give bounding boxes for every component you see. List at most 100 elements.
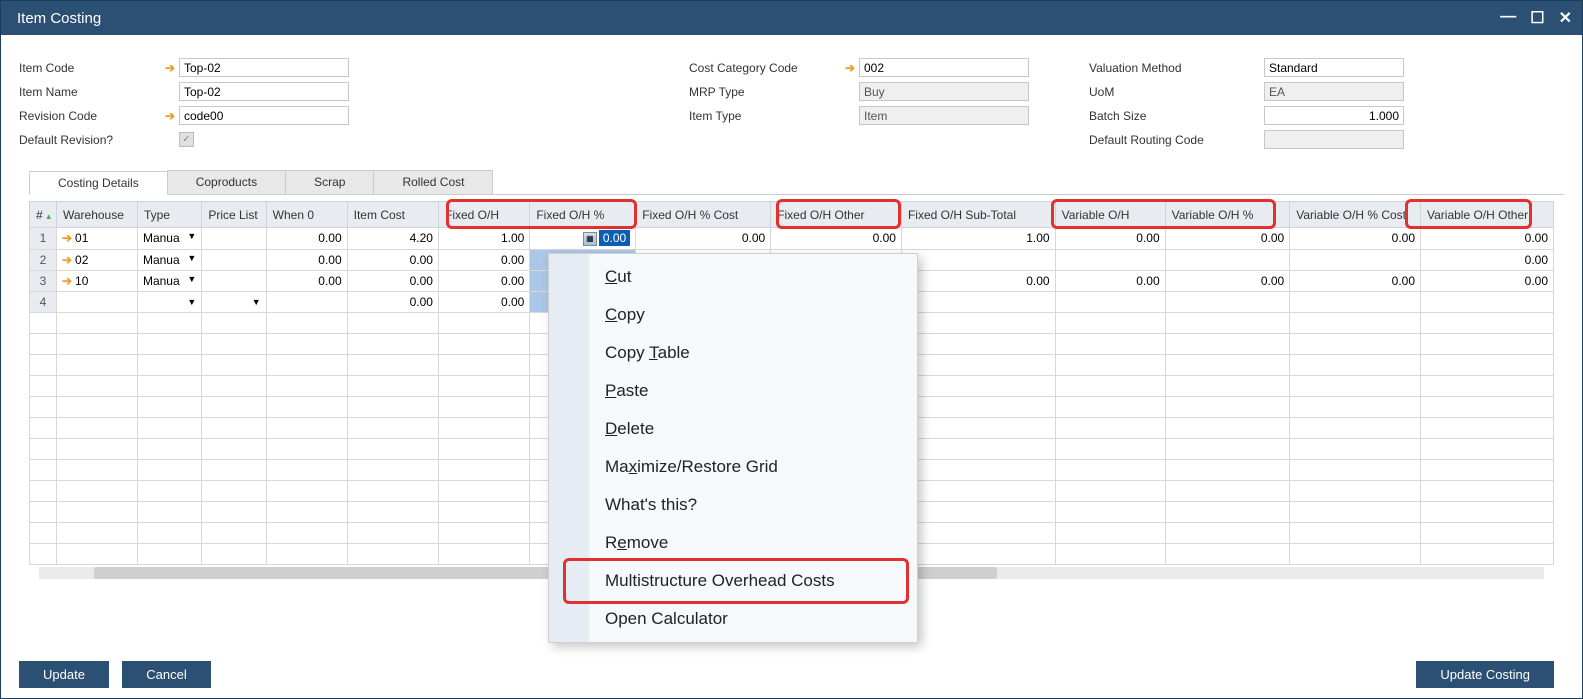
- revision-code-input[interactable]: [179, 106, 349, 125]
- context-menu-item[interactable]: What's this?: [549, 486, 917, 524]
- cell-fixed-oh[interactable]: 0.00: [438, 291, 529, 312]
- cell-type[interactable]: Manua▼: [137, 249, 201, 270]
- batch-size-label: Batch Size: [1089, 109, 1264, 123]
- col-itemcost[interactable]: Item Cost: [347, 202, 438, 228]
- col-warehouse[interactable]: Warehouse: [56, 202, 137, 228]
- cell-itemcost[interactable]: 0.00: [347, 249, 438, 270]
- cell-warehouse[interactable]: ➔02: [56, 249, 137, 270]
- tab-scrap[interactable]: Scrap: [285, 170, 374, 194]
- cell-fixed-oh-subtotal[interactable]: 0.00: [901, 270, 1055, 291]
- cell-var-oh-pct[interactable]: 0.00: [1165, 228, 1290, 250]
- context-menu-item[interactable]: Copy: [549, 296, 917, 334]
- col-fixed-oh-pct-cost[interactable]: Fixed O/H % Cost: [636, 202, 771, 228]
- cell-type[interactable]: ▼: [137, 291, 201, 312]
- cell-var-oh-other[interactable]: 0.00: [1421, 270, 1554, 291]
- col-pricelist[interactable]: Price List: [202, 202, 266, 228]
- minimize-icon[interactable]: —: [1500, 8, 1516, 28]
- cell-fixed-oh-subtotal[interactable]: [901, 291, 1055, 312]
- row-header[interactable]: 2: [30, 249, 57, 270]
- batch-size-input[interactable]: [1264, 106, 1404, 125]
- cell-fixed-oh-subtotal[interactable]: [901, 249, 1055, 270]
- link-arrow-icon[interactable]: ➔: [165, 109, 175, 123]
- cell-var-oh-other[interactable]: [1421, 291, 1554, 312]
- cancel-button[interactable]: Cancel: [122, 661, 210, 688]
- cell-pricelist[interactable]: [202, 249, 266, 270]
- col-var-oh-other[interactable]: Variable O/H Other: [1421, 202, 1554, 228]
- valuation-method-input[interactable]: [1264, 58, 1404, 77]
- context-menu-item[interactable]: Delete: [549, 410, 917, 448]
- cell-itemcost[interactable]: 0.00: [347, 291, 438, 312]
- cell-fixed-oh[interactable]: 0.00: [438, 270, 529, 291]
- form-area: Item Code➔ Item Name Revision Code➔ Defa…: [19, 57, 1564, 150]
- row-header[interactable]: 3: [30, 270, 57, 291]
- cell-var-oh-pct[interactable]: 0.00: [1165, 270, 1290, 291]
- cell-when0[interactable]: 0.00: [266, 228, 347, 250]
- cell-fixed-oh[interactable]: 1.00: [438, 228, 529, 250]
- cell-when0[interactable]: 0.00: [266, 249, 347, 270]
- calculator-icon[interactable]: ▦: [583, 232, 597, 246]
- cell-fixed-oh-pct[interactable]: ▦0.00: [530, 228, 636, 250]
- context-menu-item[interactable]: Cut: [549, 258, 917, 296]
- cell-when0[interactable]: [266, 291, 347, 312]
- maximize-icon[interactable]: ☐: [1530, 8, 1544, 28]
- cell-warehouse[interactable]: ➔10: [56, 270, 137, 291]
- update-costing-button[interactable]: Update Costing: [1416, 661, 1554, 688]
- context-menu-item[interactable]: Paste: [549, 372, 917, 410]
- col-type[interactable]: Type: [137, 202, 201, 228]
- cell-var-oh-pct-cost[interactable]: 0.00: [1290, 228, 1421, 250]
- context-menu-item[interactable]: Remove: [549, 524, 917, 562]
- cell-var-oh-other[interactable]: 0.00: [1421, 228, 1554, 250]
- cell-var-oh[interactable]: [1055, 249, 1165, 270]
- cell-fixed-oh-other[interactable]: 0.00: [771, 228, 902, 250]
- cell-var-oh[interactable]: 0.00: [1055, 228, 1165, 250]
- col-fixed-oh-pct[interactable]: Fixed O/H %: [530, 202, 636, 228]
- context-menu-item[interactable]: Copy Table: [549, 334, 917, 372]
- cell-type[interactable]: Manua▼: [137, 228, 201, 250]
- cell-var-oh-other[interactable]: 0.00: [1421, 249, 1554, 270]
- cell-pricelist[interactable]: [202, 228, 266, 250]
- cell-var-oh-pct-cost[interactable]: 0.00: [1290, 270, 1421, 291]
- cell-when0[interactable]: 0.00: [266, 270, 347, 291]
- context-menu-item[interactable]: Open Calculator: [549, 600, 917, 638]
- cost-category-input[interactable]: [859, 58, 1029, 77]
- default-revision-checkbox[interactable]: ✓: [179, 132, 194, 147]
- item-code-input[interactable]: [179, 58, 349, 77]
- cell-itemcost[interactable]: 0.00: [347, 270, 438, 291]
- table-row[interactable]: 1➔01Manua▼0.004.201.00▦0.000.000.001.000…: [30, 228, 1554, 250]
- col-fixed-oh-other[interactable]: Fixed O/H Other: [771, 202, 902, 228]
- cell-var-oh[interactable]: 0.00: [1055, 270, 1165, 291]
- cell-fixed-oh[interactable]: 0.00: [438, 249, 529, 270]
- col-var-oh-pct[interactable]: Variable O/H %: [1165, 202, 1290, 228]
- cell-fixed-oh-subtotal[interactable]: 1.00: [901, 228, 1055, 250]
- tab-coproducts[interactable]: Coproducts: [167, 170, 286, 194]
- item-name-input[interactable]: [179, 82, 349, 101]
- link-arrow-icon[interactable]: ➔: [845, 61, 855, 75]
- tab-rolled-cost[interactable]: Rolled Cost: [373, 170, 493, 194]
- cell-itemcost[interactable]: 4.20: [347, 228, 438, 250]
- col-num[interactable]: #▲: [30, 202, 57, 228]
- cell-type[interactable]: Manua▼: [137, 270, 201, 291]
- row-header[interactable]: 4: [30, 291, 57, 312]
- row-header[interactable]: 1: [30, 228, 57, 250]
- col-when0[interactable]: When 0: [266, 202, 347, 228]
- col-fixed-oh[interactable]: Fixed O/H: [438, 202, 529, 228]
- context-menu-item[interactable]: Maximize/Restore Grid: [549, 448, 917, 486]
- cell-warehouse[interactable]: ➔01: [56, 228, 137, 250]
- update-button[interactable]: Update: [19, 661, 109, 688]
- link-arrow-icon[interactable]: ➔: [165, 61, 175, 75]
- cell-var-oh[interactable]: [1055, 291, 1165, 312]
- cell-var-oh-pct[interactable]: [1165, 291, 1290, 312]
- cell-warehouse[interactable]: [56, 291, 137, 312]
- tab-costing-details[interactable]: Costing Details: [29, 171, 168, 195]
- close-icon[interactable]: ✕: [1559, 8, 1572, 28]
- cell-var-oh-pct[interactable]: [1165, 249, 1290, 270]
- cell-pricelist[interactable]: [202, 270, 266, 291]
- col-var-oh-pct-cost[interactable]: Variable O/H % Cost: [1290, 202, 1421, 228]
- col-var-oh[interactable]: Variable O/H: [1055, 202, 1165, 228]
- cell-pricelist[interactable]: ▼: [202, 291, 266, 312]
- cell-var-oh-pct-cost[interactable]: [1290, 249, 1421, 270]
- col-fixed-oh-subtotal[interactable]: Fixed O/H Sub-Total: [901, 202, 1055, 228]
- cell-fixed-oh-pct-cost[interactable]: 0.00: [636, 228, 771, 250]
- cell-var-oh-pct-cost[interactable]: [1290, 291, 1421, 312]
- context-menu-item[interactable]: Multistructure Overhead Costs: [549, 562, 917, 600]
